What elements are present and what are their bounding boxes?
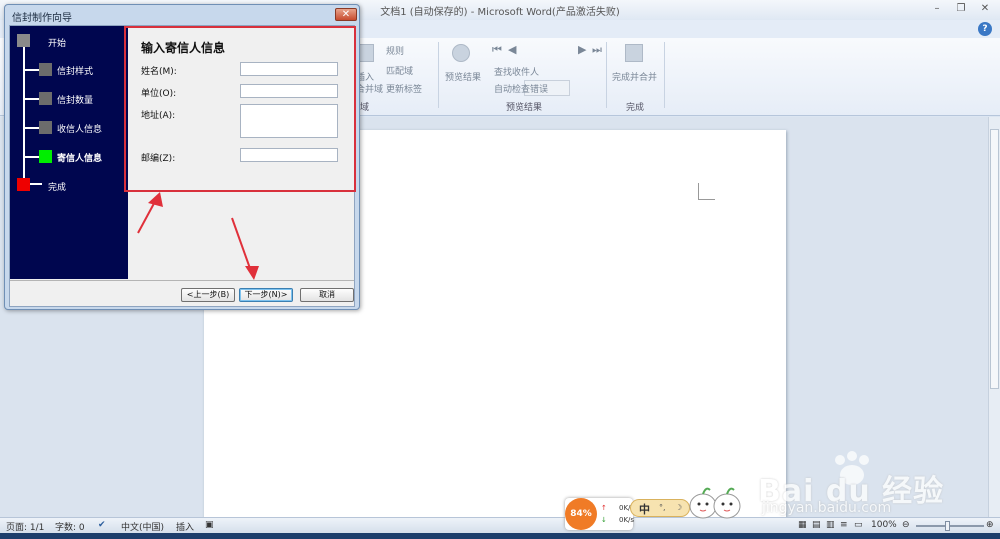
magnifier-icon <box>452 44 470 62</box>
help-icon[interactable]: ? <box>978 22 992 36</box>
auto-check-errors-button[interactable]: 自动检查错误 <box>494 82 548 95</box>
minimize-icon[interactable]: – <box>928 2 946 16</box>
find-recipient-button[interactable]: 查找收件人 <box>494 65 539 78</box>
ribbon-separator <box>664 42 665 108</box>
address-input[interactable] <box>240 104 338 138</box>
first-record-icon[interactable]: ⏮ <box>492 43 502 57</box>
address-label: 地址(A): <box>141 111 176 121</box>
print-layout-icon[interactable]: ▦ <box>798 520 807 530</box>
zoom-slider-thumb[interactable] <box>945 521 950 531</box>
button-separator <box>10 280 354 281</box>
preview-results-button[interactable]: 预览结果 <box>445 70 481 83</box>
group-fields-label: 域 <box>360 103 370 113</box>
step-marker-style <box>39 63 52 76</box>
step-sender-info[interactable]: 寄信人信息 <box>57 151 102 164</box>
match-fields-button[interactable]: 匹配域 <box>386 64 413 77</box>
reading-layout-icon[interactable]: ▤ <box>812 520 821 530</box>
step-envelope-quantity[interactable]: 信封数量 <box>57 93 93 106</box>
step-marker-start <box>17 34 30 47</box>
step-recipient-info[interactable]: 收信人信息 <box>57 122 102 135</box>
update-labels-button[interactable]: 更新标签 <box>386 82 422 95</box>
ime-mode-indicator[interactable]: 中 <box>639 501 650 517</box>
memory-usage-badge[interactable]: 84% <box>565 498 597 530</box>
merge-field-label[interactable]: 合并域 <box>356 82 383 95</box>
back-button[interactable]: <上一步(B) <box>181 288 235 302</box>
ribbon-separator <box>606 42 607 108</box>
proofing-icon[interactable]: ✔ <box>98 520 106 530</box>
restore-icon[interactable]: ❐ <box>952 2 970 16</box>
name-input[interactable] <box>240 62 338 76</box>
status-language[interactable]: 中文(中国) <box>121 520 164 533</box>
scrollbar-thumb[interactable] <box>990 129 999 389</box>
step-start[interactable]: 开始 <box>48 36 66 49</box>
step-marker-finish <box>17 178 30 191</box>
rules-button[interactable]: 规则 <box>386 44 404 57</box>
postcode-input[interactable] <box>240 148 338 162</box>
close-icon[interactable]: ✕ <box>976 2 994 16</box>
company-label: 单位(O): <box>141 89 177 99</box>
dialog-body: 开始 信封样式 信封数量 收信人信息 寄信人信息 完成 输入寄信人信息 姓名(M… <box>9 25 356 307</box>
step-marker-quantity <box>39 92 52 105</box>
step-envelope-style[interactable]: 信封样式 <box>57 64 93 77</box>
ime-mascot-icon <box>689 487 741 519</box>
ime-moon-icon[interactable]: ☽ <box>675 503 682 512</box>
next-record-icon[interactable]: ▶ <box>578 43 586 56</box>
dialog-close-button[interactable]: ✕ <box>335 8 357 21</box>
status-word-count[interactable]: 字数: 0 <box>55 520 85 533</box>
baidu-jingyan-watermark: Bai du 经验 jingyan.baidu.com <box>758 450 968 520</box>
zoom-level[interactable]: 100% <box>871 520 897 530</box>
prev-record-icon[interactable]: ◀ <box>508 43 516 56</box>
status-insert-mode[interactable]: 插入 <box>176 520 194 533</box>
cancel-button[interactable]: 取消 <box>300 288 354 302</box>
zoom-out-icon[interactable]: ⊖ <box>902 520 910 530</box>
status-page[interactable]: 页面: 1/1 <box>6 520 44 533</box>
zoom-slider[interactable] <box>916 525 984 527</box>
panel-title: 输入寄信人信息 <box>141 41 226 55</box>
outline-icon[interactable]: ≡ <box>840 520 848 530</box>
zoom-in-icon[interactable]: ⊕ <box>986 520 994 530</box>
ime-punctuation-icon[interactable]: °, <box>659 503 666 512</box>
web-layout-icon[interactable]: ▥ <box>826 520 835 530</box>
ime-toolbar[interactable]: 中 °, ☽ <box>630 499 690 517</box>
ribbon-separator <box>438 42 439 108</box>
finish-merge-icon <box>625 44 643 62</box>
next-button[interactable]: 下一步(N)> <box>239 288 293 302</box>
download-speed: 0K/s <box>619 516 635 524</box>
postcode-label: 邮编(Z): <box>141 154 176 164</box>
upload-arrow-icon: ↑ <box>601 504 607 512</box>
wizard-steps-panel: 开始 信封样式 信封数量 收信人信息 寄信人信息 完成 <box>10 26 128 279</box>
group-preview-label: 预览结果 <box>506 103 543 113</box>
taskbar <box>0 533 1000 539</box>
step-marker-sender <box>39 150 52 163</box>
download-arrow-icon: ↓ <box>601 516 607 524</box>
macro-record-icon[interactable]: ▣ <box>205 520 214 530</box>
step-finish[interactable]: 完成 <box>48 180 66 193</box>
group-finish-label: 完成 <box>626 103 645 113</box>
company-input[interactable] <box>240 84 338 98</box>
name-label: 姓名(M): <box>141 67 177 77</box>
watermark-url: jingyan.baidu.com <box>762 500 892 516</box>
draft-icon[interactable]: ▭ <box>854 520 863 530</box>
envelope-wizard-dialog: 信封制作向导 ✕ 开始 信封样式 信封数量 收信人信息 寄信人信息 完成 输入寄… <box>4 4 360 310</box>
finish-merge-button[interactable]: 完成并合并 <box>612 70 657 83</box>
page-margin-marker <box>698 183 715 200</box>
last-record-icon[interactable]: ⏭ <box>592 43 602 57</box>
dialog-title: 信封制作向导 <box>12 13 72 24</box>
vertical-scrollbar[interactable] <box>988 117 1000 517</box>
step-connector <box>23 40 25 184</box>
step-marker-recipient <box>39 121 52 134</box>
